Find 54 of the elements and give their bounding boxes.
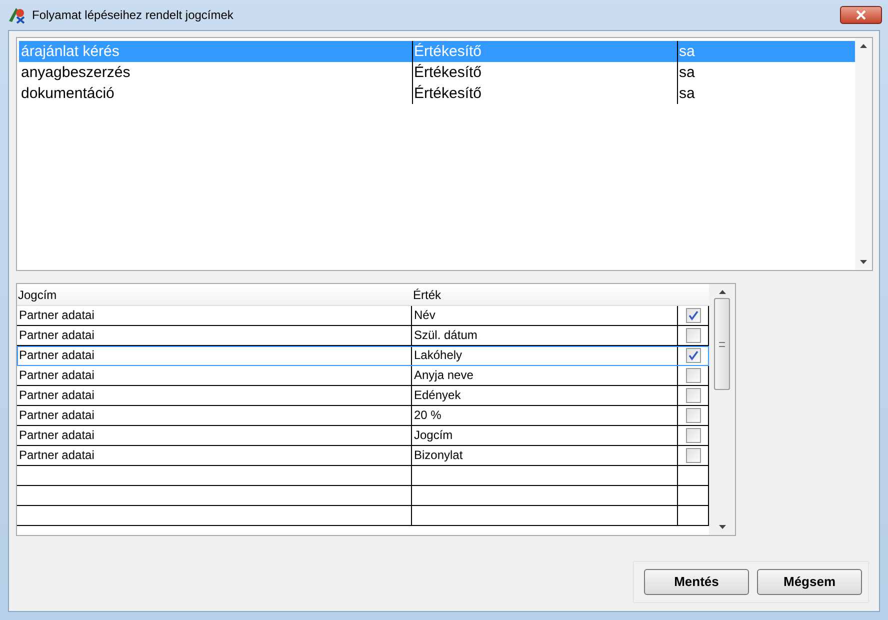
checkbox[interactable] xyxy=(686,328,700,343)
list-cell-text: anyagbeszerzés xyxy=(20,63,132,83)
scroll-up-icon[interactable] xyxy=(718,290,726,294)
grid-cell-text: Partner adatai xyxy=(18,407,96,424)
checkbox[interactable] xyxy=(686,308,700,323)
grid-row[interactable]: Partner adatai Edények xyxy=(17,386,709,406)
grid-row[interactable]: Partner adatai Bizonylat xyxy=(17,446,709,466)
window-title: Folyamat lépéseihez rendelt jogcímek xyxy=(32,7,234,24)
dialog-button[interactable]: Mégsem xyxy=(757,569,862,595)
grid-row[interactable]: Partner adatai Név xyxy=(17,306,709,326)
grid-row[interactable]: Partner adatai Anyja neve xyxy=(17,366,709,386)
column-header[interactable]: Jogcím xyxy=(17,284,411,305)
checkbox[interactable] xyxy=(686,448,700,463)
scroll-down-icon[interactable] xyxy=(718,525,726,529)
checkbox[interactable] xyxy=(686,408,700,423)
close-button[interactable] xyxy=(840,6,882,24)
grid-cell: Név xyxy=(411,306,677,325)
scroll-down-icon[interactable] xyxy=(860,260,867,264)
grid-cell: Bizonylat xyxy=(411,446,677,465)
empty-grid-row[interactable] xyxy=(17,506,709,526)
empty-grid-row[interactable] xyxy=(17,486,709,506)
checkbox[interactable] xyxy=(686,368,700,383)
grid-cell-text: Partner adatai xyxy=(18,387,96,404)
scroll-up-icon[interactable] xyxy=(860,44,867,48)
grid-cell-text: Partner adatai xyxy=(18,427,96,444)
grid-row[interactable]: Partner adatai 20 % xyxy=(17,406,709,426)
list-cell: Értékesítő xyxy=(412,62,677,83)
list-cell-text: dokumentáció xyxy=(20,84,116,104)
app-icon xyxy=(6,5,26,25)
checkbox[interactable] xyxy=(686,348,700,363)
dialog-button[interactable]: Mentés xyxy=(644,569,749,595)
grid-cell: Anyja neve xyxy=(411,366,677,385)
grid-cell: Lakóhely xyxy=(411,346,677,365)
checkbox[interactable] xyxy=(686,388,700,403)
grid-row[interactable]: Partner adatai Lakóhely xyxy=(17,346,709,366)
list-cell-text: árajánlat kérés xyxy=(20,42,120,62)
grid-cell: 20 % xyxy=(411,406,677,425)
close-icon xyxy=(856,10,866,20)
grid-cell: Jogcím xyxy=(411,426,677,445)
grid-cell-text: Partner adatai xyxy=(18,307,96,324)
grid-row[interactable]: Partner adatai Szül. dátum xyxy=(17,326,709,346)
empty-grid-row[interactable] xyxy=(17,466,709,486)
grid-row[interactable]: Partner adatai Jogcím xyxy=(17,426,709,446)
grid-cell: Szül. dátum xyxy=(411,326,677,345)
grid-cell: Edények xyxy=(411,386,677,405)
list-cell: Értékesítő xyxy=(412,83,677,104)
grid-cell-text: Partner adatai xyxy=(18,327,96,344)
checkbox[interactable] xyxy=(686,428,700,443)
scroll-thumb[interactable] xyxy=(714,298,730,390)
column-header[interactable]: Érték xyxy=(411,284,677,305)
list-cell: Értékesítő xyxy=(412,41,677,62)
grid-cell-text: Partner adatai xyxy=(18,347,96,364)
grid-cell-text: Partner adatai xyxy=(18,367,96,384)
grid-cell-text: Partner adatai xyxy=(18,447,96,464)
